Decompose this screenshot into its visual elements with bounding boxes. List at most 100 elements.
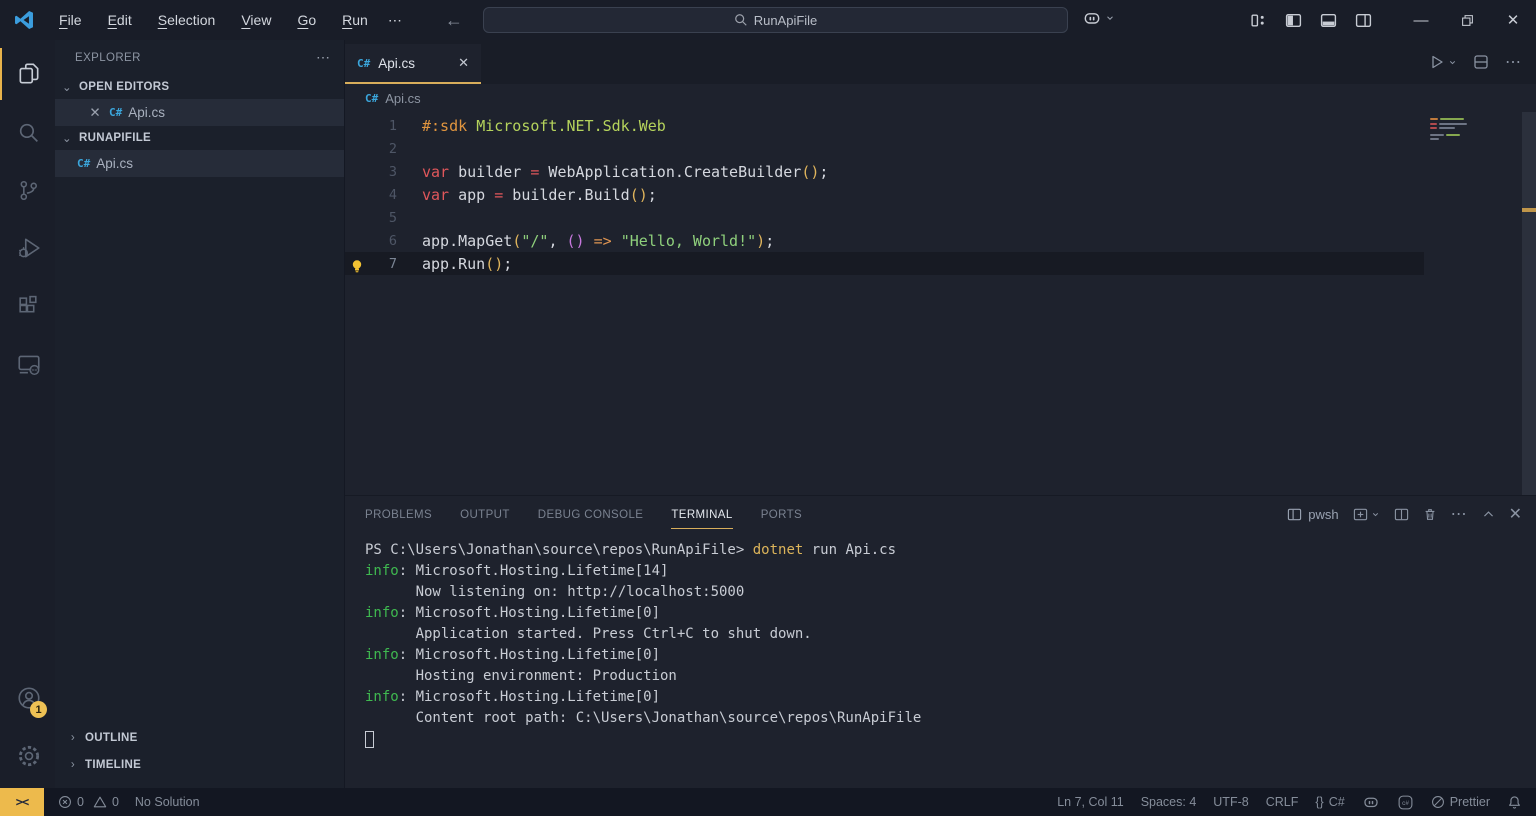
run-code-button[interactable] bbox=[1429, 54, 1457, 70]
kill-terminal-trash-icon[interactable] bbox=[1423, 507, 1437, 522]
copilot-icon bbox=[1082, 8, 1102, 28]
command-center-search[interactable]: RunApiFile bbox=[483, 7, 1068, 33]
terminal-output[interactable]: PS C:\Users\Jonathan\source\repos\RunApi… bbox=[345, 532, 1536, 788]
activity-extensions-button[interactable] bbox=[0, 280, 55, 332]
maximize-panel-icon[interactable] bbox=[1482, 508, 1495, 521]
svg-text:c#: c# bbox=[1402, 800, 1409, 807]
bottom-panel: PROBLEMS OUTPUT DEBUG CONSOLE TERMINAL PORTS… bbox=[345, 495, 1536, 788]
search-icon bbox=[734, 13, 748, 27]
title-bar: FileEditSelectionViewGoRun ⋯ ← → RunApiF… bbox=[0, 0, 1536, 40]
breadcrumb-file: Api.cs bbox=[385, 91, 420, 106]
cursor-position-status[interactable]: Ln 7, Col 11 bbox=[1057, 795, 1123, 809]
indentation-status[interactable]: Spaces: 4 bbox=[1141, 795, 1197, 809]
code-line-3[interactable]: 3var builder = WebApplication.CreateBuil… bbox=[345, 160, 1424, 183]
split-editor-icon[interactable] bbox=[1473, 54, 1489, 70]
search-value: RunApiFile bbox=[754, 13, 818, 28]
editor-scrollbar[interactable] bbox=[1522, 112, 1536, 495]
open-editor-item-apics[interactable]: ✕ C# Api.cs bbox=[55, 99, 344, 126]
terminal-instance-icon bbox=[1287, 507, 1302, 522]
file-item-name: Api.cs bbox=[96, 156, 133, 171]
editor-more-actions-button[interactable]: ⋯ bbox=[1505, 52, 1522, 72]
panel-tab-problems[interactable]: PROBLEMS bbox=[365, 500, 432, 529]
menu-edit[interactable]: Edit bbox=[98, 8, 142, 32]
panel-tab-terminal[interactable]: TERMINAL bbox=[671, 500, 732, 529]
activity-remote-explorer-button[interactable]: >< bbox=[0, 338, 55, 390]
csharp-devkit-status-icon[interactable]: c# bbox=[1397, 794, 1414, 811]
menu-view[interactable]: View bbox=[231, 8, 281, 32]
menu-more-button[interactable]: ⋯ bbox=[378, 8, 413, 33]
solution-status[interactable]: No Solution bbox=[135, 795, 200, 809]
menu-selection[interactable]: Selection bbox=[148, 8, 226, 32]
chevron-down-icon: ⌄ bbox=[59, 131, 75, 145]
copilot-menu-button[interactable] bbox=[1082, 8, 1115, 28]
close-panel-button[interactable]: ✕ bbox=[1509, 504, 1522, 524]
tab-close-icon[interactable]: ✕ bbox=[458, 55, 469, 71]
split-terminal-icon[interactable] bbox=[1394, 507, 1409, 522]
panel-tab-output[interactable]: OUTPUT bbox=[460, 500, 510, 529]
breadcrumb[interactable]: C# Api.cs bbox=[345, 84, 1536, 112]
close-editor-icon[interactable]: ✕ bbox=[87, 105, 103, 121]
prettier-status[interactable]: Prettier bbox=[1431, 795, 1490, 809]
menu-go[interactable]: Go bbox=[287, 8, 326, 32]
chevron-down-icon bbox=[1105, 13, 1115, 23]
menu-file[interactable]: File bbox=[49, 8, 92, 32]
settings-button[interactable] bbox=[0, 730, 55, 782]
code-line-2[interactable]: 2 bbox=[345, 137, 1424, 160]
open-editors-section[interactable]: ⌄ OPEN EDITORS bbox=[55, 75, 344, 99]
accounts-badge: 1 bbox=[30, 701, 47, 718]
terminal-line: Content root path: C:\Users\Jonathan\sou… bbox=[365, 708, 1536, 729]
menu-bar: FileEditSelectionViewGoRun bbox=[49, 8, 378, 32]
panel-tab-ports[interactable]: PORTS bbox=[761, 500, 802, 529]
gear-icon bbox=[16, 743, 42, 769]
problems-status-button[interactable]: 0 0 bbox=[58, 795, 119, 809]
accounts-button[interactable]: 1 bbox=[0, 672, 55, 724]
toggle-secondary-sidebar-icon[interactable] bbox=[1355, 12, 1372, 29]
lightbulb-icon[interactable] bbox=[349, 258, 365, 274]
csharp-file-icon: C# bbox=[357, 57, 370, 70]
sidebar-more-button[interactable]: ⋯ bbox=[316, 49, 332, 66]
language-mode-status[interactable]: {} C# bbox=[1315, 795, 1344, 809]
timeline-section[interactable]: › TIMELINE bbox=[55, 751, 344, 778]
tab-apics[interactable]: C# Api.cs ✕ bbox=[345, 44, 481, 84]
file-item-apics[interactable]: C# Api.cs bbox=[55, 150, 344, 177]
chevron-down-icon: ⌄ bbox=[59, 80, 75, 94]
svg-text:><: >< bbox=[30, 367, 38, 374]
panel-tab-debug-console[interactable]: DEBUG CONSOLE bbox=[538, 500, 644, 529]
terminal-instance-pwsh[interactable]: pwsh bbox=[1287, 507, 1338, 522]
remote-indicator-button[interactable]: >< bbox=[0, 788, 44, 816]
code-line-4[interactable]: 4var app = builder.Build(); bbox=[345, 183, 1424, 206]
overview-ruler-current-line-marker bbox=[1522, 208, 1536, 212]
menu-run[interactable]: Run bbox=[332, 8, 378, 32]
activity-explorer-button[interactable] bbox=[0, 48, 55, 100]
activity-run-debug-button[interactable] bbox=[0, 222, 55, 274]
vscode-window: FileEditSelectionViewGoRun ⋯ ← → RunApiF… bbox=[0, 0, 1536, 816]
activity-source-control-button[interactable] bbox=[0, 164, 55, 216]
panel-more-actions-button[interactable]: ⋯ bbox=[1451, 504, 1468, 524]
new-terminal-button[interactable] bbox=[1353, 507, 1380, 522]
code-line-1[interactable]: 1#:sdk Microsoft.NET.Sdk.Web bbox=[345, 114, 1424, 137]
outline-section[interactable]: › OUTLINE bbox=[55, 724, 344, 751]
code-line-6[interactable]: 6app.MapGet("/", () => "Hello, World!"); bbox=[345, 229, 1424, 252]
eol-status[interactable]: CRLF bbox=[1266, 795, 1299, 809]
terminal-line: info: Microsoft.Hosting.Lifetime[0] bbox=[365, 603, 1536, 624]
code-editor[interactable]: 1#:sdk Microsoft.NET.Sdk.Web23var builde… bbox=[345, 112, 1536, 495]
encoding-status[interactable]: UTF-8 bbox=[1213, 795, 1248, 809]
nav-back-button[interactable]: ← bbox=[441, 10, 467, 31]
code-lines: 1#:sdk Microsoft.NET.Sdk.Web23var builde… bbox=[345, 114, 1424, 275]
folder-section-runapifile[interactable]: ⌄ RUNAPIFILE bbox=[55, 126, 344, 150]
minimap[interactable] bbox=[1424, 112, 1522, 495]
copilot-status-icon[interactable] bbox=[1362, 793, 1380, 811]
terminal-line: Now listening on: http://localhost:5000 bbox=[365, 582, 1536, 603]
toggle-primary-sidebar-icon[interactable] bbox=[1285, 12, 1302, 29]
toggle-panel-icon[interactable] bbox=[1320, 12, 1337, 29]
customize-layout-icon[interactable] bbox=[1250, 12, 1267, 29]
code-line-7[interactable]: 7app.Run(); bbox=[345, 252, 1424, 275]
window-close-button[interactable]: ✕ bbox=[1490, 0, 1536, 40]
chevron-down-icon bbox=[1448, 58, 1457, 67]
window-minimize-button[interactable]: — bbox=[1398, 0, 1444, 40]
window-restore-button[interactable] bbox=[1444, 0, 1490, 40]
chevron-right-icon: › bbox=[65, 759, 81, 771]
activity-search-button[interactable] bbox=[0, 106, 55, 158]
code-line-5[interactable]: 5 bbox=[345, 206, 1424, 229]
notifications-bell-icon[interactable] bbox=[1507, 795, 1522, 810]
